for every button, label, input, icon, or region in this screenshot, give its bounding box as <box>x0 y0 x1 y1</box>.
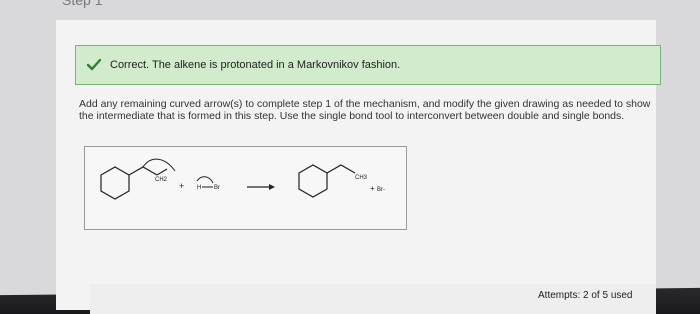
step-title: Step 1 <box>62 0 103 8</box>
product-carbocation[interactable] <box>298 164 356 198</box>
hbr-h-label: H <box>197 185 201 191</box>
feedback-text: Correct. The alkene is protonated in a M… <box>110 59 401 71</box>
reaction-arrow <box>247 184 275 190</box>
feedback-banner: Correct. The alkene is protonated in a M… <box>75 45 661 85</box>
hbr-br-label: Br <box>214 185 220 191</box>
hbr-molecule[interactable]: H Br <box>196 176 220 191</box>
plus-sign-1: + <box>179 181 184 191</box>
attempts-counter: Attempts: 2 of 5 used <box>538 290 633 301</box>
instructions-text: Add any remaining curved arrow(s) to com… <box>79 98 651 122</box>
reactant-ch2-label: CH2 <box>155 177 168 183</box>
bromide-ion-label: Br- <box>377 187 385 193</box>
reactant-cyclohexane[interactable] <box>100 166 168 200</box>
plus-sign-2: + <box>370 184 375 193</box>
product-ch3-label: CH3 <box>355 175 368 181</box>
checkmark-icon <box>86 57 102 73</box>
mechanism-drawing-canvas[interactable]: CH2 + H Br CH3 + Br- <box>84 146 407 230</box>
